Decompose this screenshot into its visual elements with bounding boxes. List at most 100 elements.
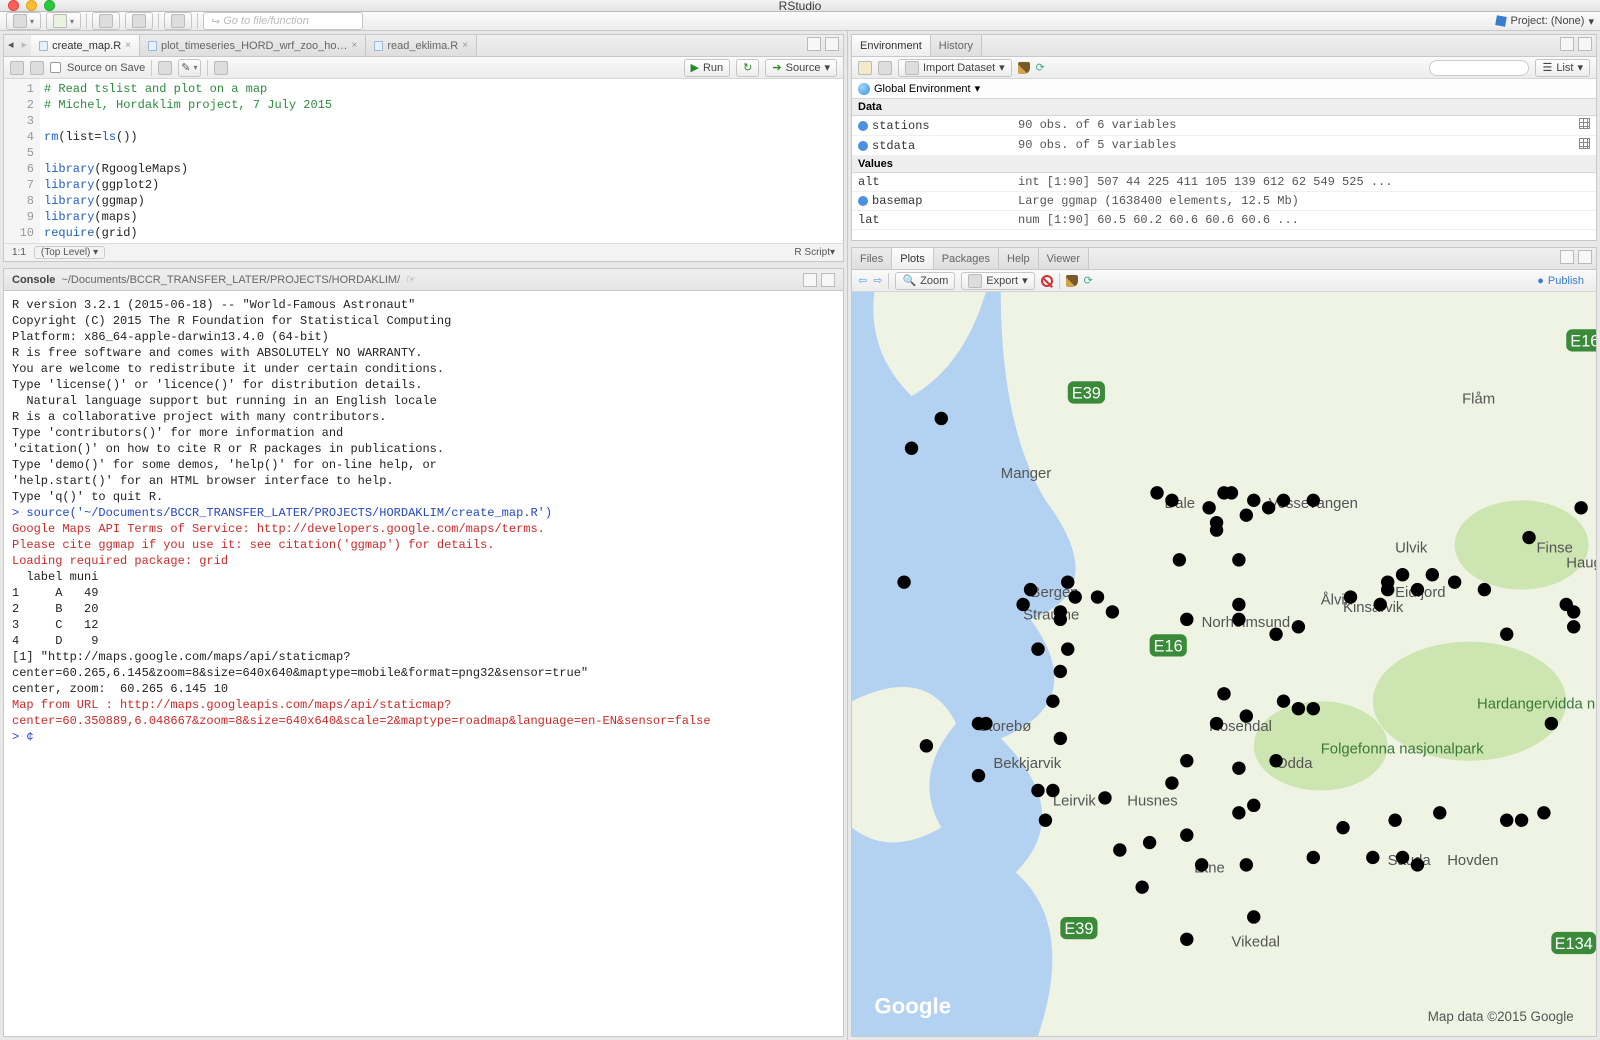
tab-packages[interactable]: Packages (934, 248, 999, 269)
minimize-pane-button[interactable] (803, 273, 817, 287)
tab-read-eklima[interactable]: read_eklima.R × (366, 35, 477, 56)
tab-create-map[interactable]: create_map.R × (31, 35, 140, 56)
map-attribution: Map data ©2015 Google (1428, 1009, 1574, 1024)
env-data-header: Data (852, 99, 1596, 116)
project-menu[interactable]: Project: (None) ▾ (1496, 15, 1594, 28)
line-gutter: 12345678910 (4, 79, 40, 243)
load-workspace-icon[interactable] (858, 61, 872, 75)
env-search-input[interactable] (1429, 60, 1529, 76)
save-workspace-icon[interactable] (878, 61, 892, 75)
save-all-button[interactable] (125, 12, 153, 30)
close-tab-icon[interactable]: × (125, 40, 131, 51)
refresh-icon[interactable]: ⟳ (1036, 61, 1045, 74)
tab-history[interactable]: History (931, 35, 982, 56)
folder-open-icon (99, 14, 113, 28)
wd-popup-icon[interactable]: ☞ (406, 273, 416, 286)
forward-button[interactable]: ▸ (18, 35, 32, 53)
popup-icon[interactable] (10, 61, 24, 75)
print-button[interactable] (164, 12, 192, 30)
remove-plot-icon[interactable] (1041, 275, 1053, 287)
clear-all-plots-icon[interactable] (1066, 275, 1078, 287)
maximize-pane-button[interactable] (821, 273, 835, 287)
export-button[interactable]: Export▾ (961, 272, 1034, 290)
new-file-button[interactable]: ▾ (6, 12, 41, 30)
env-row[interactable]: latnum [1:90] 60.5 60.2 60.6 60.6 60.6 .… (852, 211, 1596, 230)
maximize-pane-button[interactable] (1578, 250, 1592, 264)
tab-viewer[interactable]: Viewer (1039, 248, 1089, 269)
tab-plot-timeseries[interactable]: plot_timeseries_HORD_wrf_zoo_ho… × (140, 35, 366, 56)
code-editor[interactable]: 12345678910 # Read tslist and plot on a … (4, 79, 843, 243)
goto-icon: ↪ (210, 15, 219, 28)
prev-plot-button[interactable]: ⇦ (858, 274, 867, 287)
refresh-plot-icon[interactable]: ⟳ (1084, 274, 1093, 287)
svg-text:E16: E16 (1570, 332, 1596, 350)
close-window-button[interactable] (8, 0, 19, 11)
view-mode-button[interactable]: ☰ List▾ (1535, 59, 1590, 77)
save-icon[interactable] (30, 61, 44, 75)
zoom-button[interactable]: 🔍 Zoom (895, 272, 955, 290)
view-data-icon[interactable] (1579, 118, 1590, 129)
console-path: ~/Documents/BCCR_TRANSFER_LATER/PROJECTS… (61, 274, 400, 286)
tab-plots[interactable]: Plots (892, 248, 933, 269)
console-output[interactable]: R version 3.2.1 (2015-06-18) -- "World-F… (4, 291, 843, 1036)
compile-notebook-icon[interactable] (214, 61, 228, 75)
view-data-icon[interactable] (1579, 138, 1590, 149)
env-row[interactable]: stations90 obs. of 6 variables (852, 116, 1596, 136)
maximize-pane-button[interactable] (1578, 37, 1592, 51)
source-on-save-checkbox[interactable] (50, 62, 61, 73)
plus-icon (53, 14, 67, 28)
open-file-button[interactable] (92, 12, 120, 30)
source-button[interactable]: ➔Source▾ (765, 59, 837, 77)
run-button[interactable]: ▶Run (684, 59, 731, 77)
rerun-button[interactable]: ↻ (736, 59, 759, 77)
svg-text:Husnes: Husnes (1127, 793, 1177, 809)
env-scope-selector[interactable]: Global Environment ▾ (852, 79, 1596, 99)
plot-viewport[interactable]: E39 E16 E16 E39 E134 BergenVossevangenOd… (852, 292, 1596, 1036)
scope-label: Global Environment (874, 83, 971, 95)
environment-pane: Environment History Import Dataset▾ ⟳ ☰ … (851, 34, 1597, 241)
expand-icon[interactable] (858, 196, 868, 206)
minimize-pane-button[interactable] (807, 37, 821, 51)
scope-selector[interactable]: (Top Level) ▾ (34, 246, 105, 259)
separator (158, 13, 159, 29)
wand-button[interactable]: ✎ ▾ (178, 59, 200, 77)
svg-text:Flåm: Flåm (1462, 392, 1495, 408)
env-row[interactable]: basemapLarge ggmap (1638400 elements, 12… (852, 192, 1596, 211)
close-tab-icon[interactable]: × (462, 40, 468, 51)
expand-icon[interactable] (858, 141, 868, 151)
rerun-icon: ↻ (743, 61, 752, 74)
tab-help[interactable]: Help (999, 248, 1039, 269)
tab-label: create_map.R (52, 40, 121, 52)
minimize-window-button[interactable] (26, 0, 37, 11)
main-area: ◂ ▸ create_map.R × plot_timeseries_HORD_… (0, 31, 1600, 1040)
code-content[interactable]: # Read tslist and plot on a map # Michel… (40, 79, 843, 243)
import-dataset-button[interactable]: Import Dataset▾ (898, 59, 1012, 77)
minimize-pane-button[interactable] (1560, 37, 1574, 51)
source-on-save-label: Source on Save (67, 62, 145, 74)
env-row[interactable]: altint [1:90] 507 44 225 411 105 139 612… (852, 173, 1596, 192)
env-values-header: Values (852, 156, 1596, 173)
tab-files[interactable]: Files (852, 248, 892, 269)
svg-text:Bekkjarvik: Bekkjarvik (993, 756, 1061, 772)
publish-button[interactable]: ● Publish (1531, 272, 1590, 290)
back-button[interactable]: ◂ (4, 35, 18, 53)
find-icon[interactable] (158, 61, 172, 75)
chevron-down-icon: ▾ (1588, 15, 1594, 28)
r-file-icon (148, 41, 157, 51)
maximize-pane-button[interactable] (825, 37, 839, 51)
expand-icon[interactable] (858, 121, 868, 131)
zoom-window-button[interactable] (44, 0, 55, 11)
tab-environment[interactable]: Environment (852, 35, 931, 56)
minimize-pane-button[interactable] (1560, 250, 1574, 264)
env-row[interactable]: stdata90 obs. of 5 variables (852, 136, 1596, 156)
source-statusbar: 1:1 (Top Level) ▾ R Script ▾ (4, 243, 843, 261)
close-tab-icon[interactable]: × (351, 40, 357, 51)
goto-file-function-input[interactable]: ↪ Go to file/function (203, 12, 363, 30)
cursor-pos: 1:1 (12, 247, 26, 258)
svg-text:E39: E39 (1072, 384, 1101, 402)
next-plot-button[interactable]: ⇨ (873, 274, 882, 287)
clear-workspace-icon[interactable] (1018, 62, 1030, 74)
env-value: 90 obs. of 5 variables (1018, 138, 1574, 153)
env-value: num [1:90] 60.5 60.2 60.6 60.6 60.6 ... (1018, 213, 1574, 227)
new-project-button[interactable]: ▾ (46, 12, 81, 30)
